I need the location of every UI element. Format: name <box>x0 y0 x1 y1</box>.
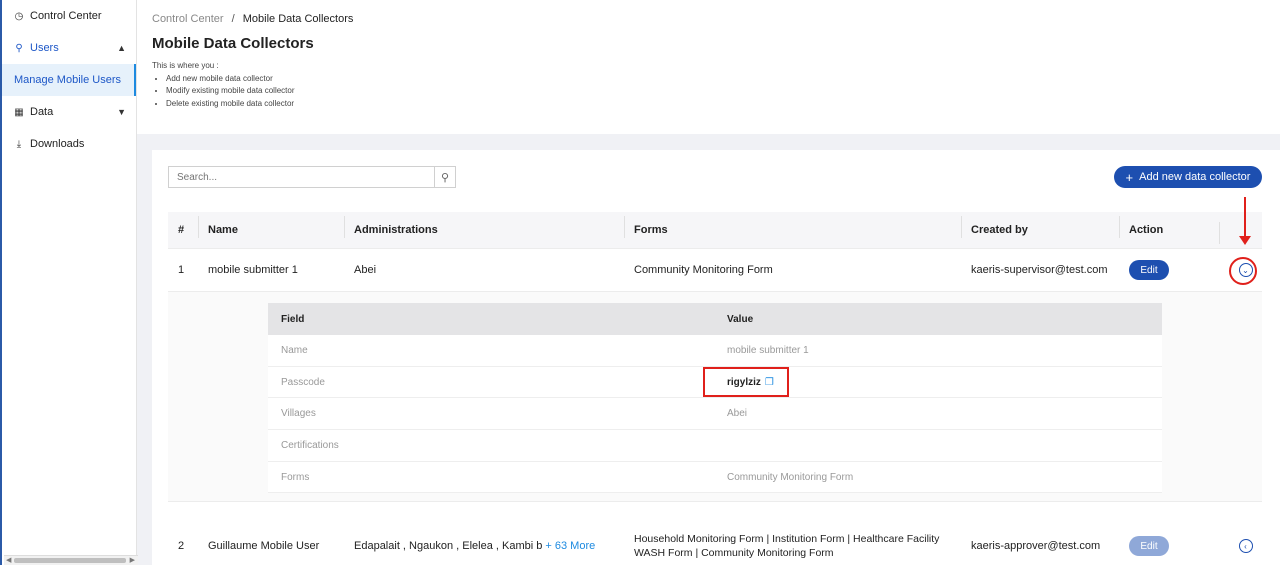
breadcrumb: Control Center / Mobile Data Collectors <box>152 13 1265 25</box>
sidebar-item-downloads[interactable]: ⤓ Downloads <box>2 128 136 160</box>
page-header: Control Center / Mobile Data Collectors … <box>137 0 1280 134</box>
search-bar: ⚲ <box>168 166 456 188</box>
annotation-arrow-head <box>1239 236 1251 245</box>
details-row: Certifications <box>268 430 1162 462</box>
scroll-left-icon[interactable]: ◀ <box>6 556 11 565</box>
details-row: Villages Abei <box>268 398 1162 431</box>
description-item: Delete existing mobile data collector <box>166 98 1265 111</box>
details-field: Passcode <box>281 376 325 388</box>
breadcrumb-current: Mobile Data Collectors <box>242 13 354 25</box>
dashboard-icon: ◷ <box>14 10 24 22</box>
sidebar-item-label: Users <box>30 42 59 54</box>
highlight-circle <box>1229 257 1257 285</box>
details-header-value: Value <box>727 313 754 325</box>
edit-button[interactable]: Edit <box>1129 260 1169 280</box>
search-icon: ⚲ <box>440 171 450 184</box>
sidebar-item-label: Data <box>30 106 54 118</box>
page-description: This is where you : Add new mobile data … <box>152 60 1265 110</box>
column-header-administrations[interactable]: Administrations <box>344 216 624 238</box>
expand-row-icon[interactable]: ‹ <box>1238 539 1253 553</box>
sidebar-item-users[interactable]: ⚲ Users ▲ <box>2 32 136 64</box>
breadcrumb-parent[interactable]: Control Center <box>152 13 224 25</box>
forms-line: Household Monitoring Form | Institution … <box>634 533 940 545</box>
row-details-panel: Field Value Name mobile submitter 1 Pass… <box>168 292 1262 502</box>
forms-line: WASH Form | Community Monitoring Form <box>634 547 834 559</box>
description-list: Add new mobile data collector Modify exi… <box>166 73 1265 111</box>
collectors-card: ⚲ + Add new data collector # Name Admini… <box>152 150 1280 565</box>
details-row: Name mobile submitter 1 <box>268 335 1162 367</box>
row-administrations: Abei <box>354 264 377 276</box>
details-value: mobile submitter 1 <box>727 344 809 356</box>
table-icon: ▦ <box>14 106 24 118</box>
table-header: # Name Administrations Forms Created by … <box>168 212 1262 249</box>
page-title: Mobile Data Collectors <box>152 35 314 52</box>
row-index: 1 <box>178 264 185 276</box>
details-field: Forms <box>281 471 310 483</box>
column-header-forms[interactable]: Forms <box>624 216 961 238</box>
sidebar-item-label: Manage Mobile Users <box>14 74 121 86</box>
row-index: 2 <box>178 540 185 552</box>
row-forms: Household Monitoring Form | Institution … <box>624 532 961 560</box>
search-input[interactable] <box>168 166 434 188</box>
chevron-up-icon: ▲ <box>117 43 126 53</box>
add-data-collector-button[interactable]: + Add new data collector <box>1114 166 1262 188</box>
highlight-box <box>703 367 789 397</box>
sidebar-item-data[interactable]: ▦ Data ▼ <box>2 96 136 128</box>
scroll-right-icon[interactable]: ▶ <box>130 556 135 565</box>
administrations-text: Edapalait , Ngaukon , Elelea , Kambi b <box>354 540 543 552</box>
sidebar-scrollbar[interactable]: ◀ ▶ <box>4 555 138 565</box>
column-header-name[interactable]: Name <box>198 216 344 238</box>
row-created-by: kaeris-supervisor@test.com <box>971 264 1108 276</box>
details-row: Forms Community Monitoring Form <box>268 462 1162 494</box>
row-name: mobile submitter 1 <box>208 264 298 276</box>
table-row[interactable]: 1 mobile submitter 1 Abei Community Moni… <box>168 249 1262 292</box>
details-value: Community Monitoring Form <box>727 471 854 483</box>
scrollbar-thumb[interactable] <box>14 558 126 563</box>
more-link[interactable]: + 63 More <box>545 540 595 552</box>
sidebar-item-label: Downloads <box>30 138 85 150</box>
sidebar: ◷ Control Center ⚲ Users ▲ Manage Mobile… <box>0 0 138 565</box>
details-field: Name <box>281 344 308 356</box>
row-created-by: kaeris-approver@test.com <box>971 540 1101 552</box>
sidebar-item-label: Control Center <box>30 10 102 22</box>
download-icon: ⤓ <box>16 138 22 150</box>
details-field: Certifications <box>281 439 339 451</box>
description-intro: This is where you : <box>152 61 219 70</box>
column-header-created-by[interactable]: Created by <box>961 216 1119 238</box>
details-header: Field Value <box>268 303 1162 335</box>
search-button[interactable]: ⚲ <box>434 166 456 188</box>
chevron-down-icon: ▼ <box>117 107 126 117</box>
column-header-index: # <box>178 224 185 236</box>
edit-button[interactable]: Edit <box>1129 536 1169 556</box>
row-name: Guillaume Mobile User <box>208 540 320 552</box>
sidebar-item-manage-mobile-users[interactable]: Manage Mobile Users <box>2 64 136 96</box>
description-item: Modify existing mobile data collector <box>166 85 1265 98</box>
collectors-table: # Name Administrations Forms Created by … <box>168 212 1262 565</box>
details-value: Abei <box>727 408 748 420</box>
plus-icon: + <box>1125 169 1134 185</box>
column-header-action: Action <box>1119 216 1219 238</box>
row-administrations: Edapalait , Ngaukon , Elelea , Kambi b +… <box>344 540 624 552</box>
breadcrumb-separator: / <box>231 13 235 25</box>
details-field: Villages <box>281 408 316 420</box>
description-item: Add new mobile data collector <box>166 73 1265 86</box>
user-icon: ⚲ <box>15 42 23 54</box>
sidebar-item-control-center[interactable]: ◷ Control Center <box>2 0 136 32</box>
details-table: Field Value Name mobile submitter 1 Pass… <box>268 303 1162 494</box>
add-button-label: Add new data collector <box>1139 171 1251 183</box>
annotation-arrow-line <box>1244 197 1246 237</box>
details-header-field: Field <box>281 313 305 325</box>
row-forms: Community Monitoring Form <box>634 264 773 276</box>
table-row[interactable]: 2 Guillaume Mobile User Edapalait , Ngau… <box>168 520 1262 565</box>
